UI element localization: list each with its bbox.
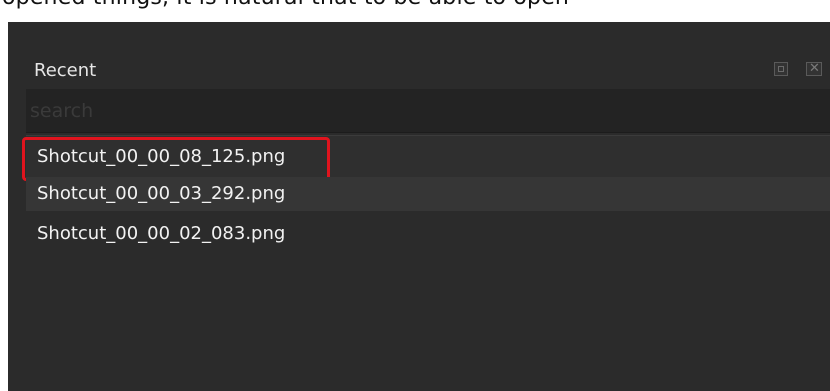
search-input[interactable]	[26, 89, 830, 132]
list-item-label: Shotcut_00_00_02_083.png	[37, 223, 286, 244]
recent-panel: Recent ✕ Shotcut_00_00_08_125.png Shotcu…	[8, 22, 830, 391]
top-caption-text: opened things, it is natural that to be …	[2, 0, 569, 10]
panel-title: Recent	[34, 60, 97, 81]
recent-file-list: Shotcut_00_00_08_125.png Shotcut_00_00_0…	[22, 135, 830, 391]
list-item[interactable]: Shotcut_00_00_03_292.png	[26, 177, 830, 211]
list-item-label: Shotcut_00_00_08_125.png	[37, 146, 286, 167]
list-item[interactable]: Shotcut_00_00_02_083.png	[26, 211, 830, 257]
float-panel-button[interactable]	[774, 62, 788, 76]
list-item[interactable]: Shotcut_00_00_08_125.png	[22, 135, 830, 181]
close-icon: ✕	[809, 61, 820, 76]
top-caption-strip: opened things, it is natural that to be …	[0, 0, 830, 22]
screenshot-stage: opened things, it is natural that to be …	[0, 0, 830, 391]
list-item-label: Shotcut_00_00_03_292.png	[37, 183, 286, 204]
close-panel-button[interactable]: ✕	[806, 61, 822, 76]
search-bar[interactable]	[26, 89, 830, 133]
recent-panel-header: Recent ✕	[8, 52, 830, 86]
